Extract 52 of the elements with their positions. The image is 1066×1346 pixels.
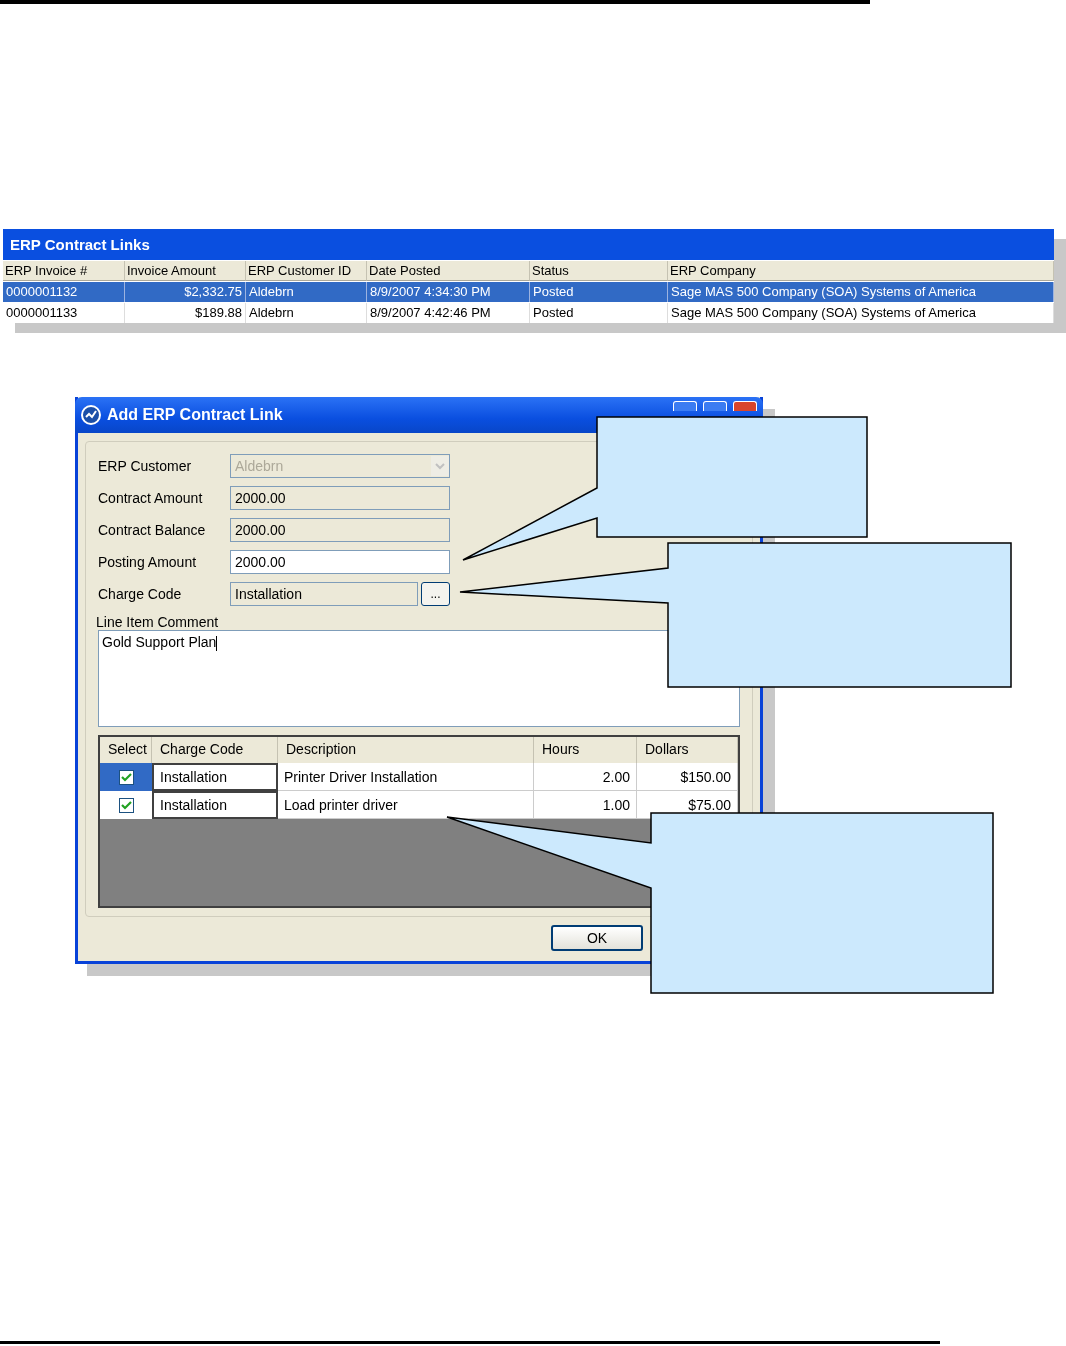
ok-button[interactable]: OK xyxy=(551,925,643,951)
column-header[interactable]: Description xyxy=(278,737,534,763)
chevron-down-icon xyxy=(431,456,449,476)
table-row[interactable]: 0000001133 $189.88 Aldebrn 8/9/2007 4:42:46 PM Posted Sage MAS 500 Company (SOA) Systems of America xyxy=(3,302,1054,323)
table-cell: 0000001132 xyxy=(3,282,125,302)
app-icon xyxy=(81,405,101,425)
checked-checkbox[interactable] xyxy=(118,769,134,785)
panel-title: ERP Contract Links xyxy=(3,229,1054,260)
dropdown-value: Aldebrn xyxy=(235,458,284,474)
comment-field[interactable]: Gold Support Plan xyxy=(98,630,740,727)
table-cell: Load printer driver xyxy=(278,791,534,819)
table-cell: Printer Driver Installation xyxy=(278,763,534,791)
field-label: Contract Amount xyxy=(98,490,204,506)
table-cell: $2,332.75 xyxy=(125,282,246,302)
select-cell[interactable] xyxy=(100,763,152,791)
minimize-button[interactable] xyxy=(673,401,697,411)
table-cell[interactable]: Installation xyxy=(152,791,278,819)
column-header[interactable]: Charge Code xyxy=(152,737,278,763)
text-cursor xyxy=(216,635,218,651)
close-button[interactable] xyxy=(733,401,757,411)
field-label: Contract Balance xyxy=(98,522,207,538)
table-cell: Aldebrn xyxy=(246,303,367,323)
column-header[interactable]: ERP Customer ID xyxy=(246,261,367,281)
column-header[interactable]: Status xyxy=(530,261,668,281)
table-cell: 1.00 xyxy=(534,791,637,819)
checked-checkbox[interactable] xyxy=(118,797,134,813)
table-cell: 0000001133 xyxy=(3,303,125,323)
table-cell: $150.00 xyxy=(637,763,738,791)
column-header[interactable]: Dollars xyxy=(637,737,738,763)
field-label: Posting Amount xyxy=(98,554,198,570)
maximize-button[interactable] xyxy=(703,401,727,411)
field-label: ERP Customer xyxy=(98,458,193,474)
column-header[interactable]: ERP Company xyxy=(668,261,1054,281)
field-label: Line Item Comment xyxy=(96,614,220,630)
select-cell[interactable] xyxy=(100,791,152,819)
table-cell: Aldebrn xyxy=(246,282,367,302)
column-header[interactable]: ERP Invoice # xyxy=(3,261,125,281)
dialog-title: Add ERP Contract Link xyxy=(107,406,284,424)
table-cell: Sage MAS 500 Company (SOA) Systems of America xyxy=(668,303,1054,323)
field-label: Charge Code xyxy=(98,586,183,602)
column-header[interactable]: Date Posted xyxy=(367,261,530,281)
table-cell: Posted xyxy=(530,282,668,302)
table-cell: Sage MAS 500 Company (SOA) Systems of America xyxy=(668,282,1054,302)
column-header[interactable]: Invoice Amount xyxy=(125,261,246,281)
table-cell: 2.00 xyxy=(534,763,637,791)
table-row[interactable]: 0000001132 $2,332.75 Aldebrn 8/9/2007 4:34:30 PM Posted Sage MAS 500 Company (SOA) Systems of America xyxy=(3,281,1054,302)
column-header[interactable]: Select xyxy=(100,737,152,763)
table-cell: 8/9/2007 4:34:30 PM xyxy=(367,282,530,302)
table-cell: 8/9/2007 4:42:46 PM xyxy=(367,303,530,323)
column-header[interactable]: Hours xyxy=(534,737,637,763)
input-field[interactable]: 2000.00 xyxy=(230,550,450,574)
table-cell[interactable]: Installation xyxy=(152,763,278,791)
